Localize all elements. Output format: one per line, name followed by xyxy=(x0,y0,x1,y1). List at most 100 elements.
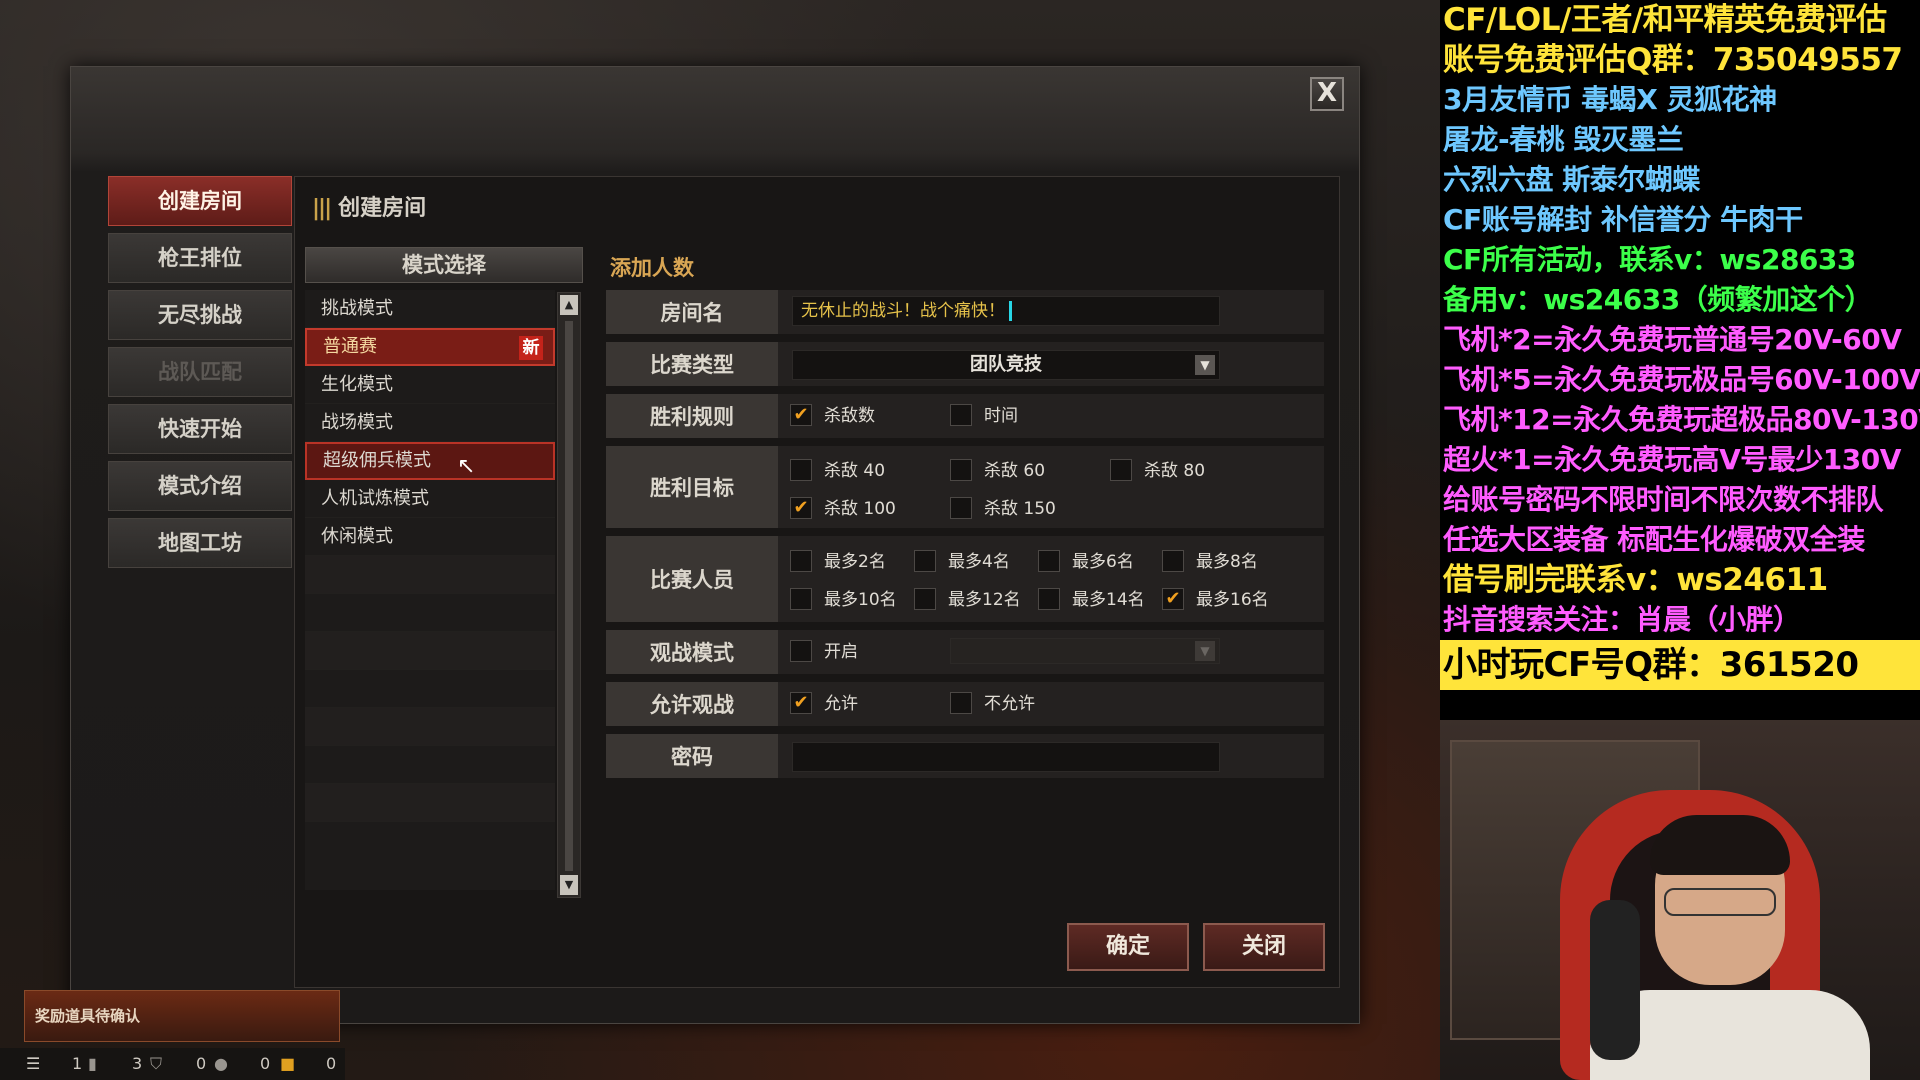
overlay-text-line: 备用v：ws24633（频繁加这个） xyxy=(1440,280,1920,320)
mode-item-zombie[interactable]: 生化模式 xyxy=(305,366,555,404)
nav-ranked[interactable]: 枪王排位 xyxy=(108,233,292,283)
checkbox[interactable] xyxy=(950,692,972,714)
win-target-option[interactable]: 杀敌 150 xyxy=(950,497,1056,521)
mode-item-casual[interactable]: 休闲模式 xyxy=(305,518,555,556)
close-button[interactable]: 关闭 xyxy=(1203,923,1325,971)
win-target-option[interactable]: ✔ 杀敌 100 xyxy=(790,497,896,521)
checkbox-kills[interactable]: ✔ xyxy=(790,404,812,426)
checkbox[interactable] xyxy=(1038,550,1060,572)
checkbox[interactable] xyxy=(790,640,812,662)
room-name-value: 无休止的战斗！战个痛快！ xyxy=(801,301,1005,321)
password-input[interactable] xyxy=(792,742,1220,772)
mode-item-label: 超级佣兵模式 xyxy=(323,450,431,471)
win-target-option[interactable]: 杀敌 40 xyxy=(790,459,885,483)
mode-item-super-mercenary[interactable]: 超级佣兵模式 ↖ xyxy=(305,442,555,480)
row-win-rule: 胜利规则 ✔ 杀敌数 时间 xyxy=(606,394,1324,438)
reward-pending-bar[interactable]: 奖励道具待确认 xyxy=(24,990,340,1042)
row-players: 比赛人员 最多2名 最多4名 最多6名 最多8名 最多10名 最多12名 最多1… xyxy=(606,536,1324,622)
checkbox-time[interactable] xyxy=(950,404,972,426)
option-label: 最多2名 xyxy=(824,552,886,572)
row-win-target: 胜利目标 杀敌 40 杀敌 60 杀敌 80 ✔ 杀敌 100 杀敌 150 xyxy=(606,446,1324,528)
checkbox[interactable] xyxy=(1038,588,1060,610)
mode-item-battlefield[interactable]: 战场模式 xyxy=(305,404,555,442)
overlay-text-line: 屠龙-春桃 毁灭墨兰 xyxy=(1440,120,1920,160)
overlay-text-line: 3月友情币 毒蝎X 灵狐花神 xyxy=(1440,80,1920,120)
match-type-select[interactable]: 团队竞技 ▼ xyxy=(792,350,1220,380)
players-option[interactable]: 最多2名 xyxy=(790,550,886,574)
nav-map-workshop[interactable]: 地图工坊 xyxy=(108,518,292,568)
overlay-text-line: 借号刷完联系v：ws24611 xyxy=(1440,560,1920,600)
option-label: 最多4名 xyxy=(948,552,1010,572)
checkbox[interactable] xyxy=(790,459,812,481)
left-nav: 创建房间 枪王排位 无尽挑战 战队匹配 快速开始 模式介绍 地图工坊 xyxy=(108,176,292,575)
row-password: 密码 xyxy=(606,734,1324,778)
overlay-text-line: 六烈六盘 斯泰尔蝴蝶 xyxy=(1440,160,1920,200)
arrow-down-icon[interactable]: ▼ xyxy=(560,875,578,895)
win-target-option[interactable]: 杀敌 60 xyxy=(950,459,1045,483)
spectate-enable-option[interactable]: 开启 xyxy=(790,640,858,664)
panel-title: ||| 创建房间 xyxy=(312,190,426,222)
players-option[interactable]: 最多10名 xyxy=(790,588,897,612)
checkbox[interactable] xyxy=(914,588,936,610)
checkbox[interactable] xyxy=(790,550,812,572)
players-option[interactable]: 最多12名 xyxy=(914,588,1021,612)
status-value: 0 xyxy=(196,1054,207,1073)
option-label: 开启 xyxy=(824,642,858,662)
nav-endless[interactable]: 无尽挑战 xyxy=(108,290,292,340)
check-icon[interactable]: ✔ xyxy=(1162,588,1184,610)
room-name-input[interactable]: 无休止的战斗！战个痛快！ xyxy=(792,296,1220,326)
win-rule-kills-option[interactable]: ✔ 杀敌数 xyxy=(790,404,875,428)
nav-mode-intro[interactable]: 模式介绍 xyxy=(108,461,292,511)
option-label: 最多12名 xyxy=(948,590,1021,610)
checkbox[interactable] xyxy=(790,588,812,610)
players-option[interactable]: 最多8名 xyxy=(1162,550,1258,574)
mode-item-empty xyxy=(305,556,555,594)
nav-create-room[interactable]: 创建房间 xyxy=(108,176,292,226)
players-option[interactable]: 最多14名 xyxy=(1038,588,1145,612)
win-target-option[interactable]: 杀敌 80 xyxy=(1110,459,1205,483)
check-icon[interactable]: ✔ xyxy=(790,497,812,519)
option-label: 杀敌 150 xyxy=(984,499,1056,519)
mode-item-challenge[interactable]: 挑战模式 xyxy=(305,290,555,328)
title-bars-icon: ||| xyxy=(312,196,332,221)
allow-spectate-label: 允许观战 xyxy=(606,682,778,726)
players-option[interactable]: ✔ 最多16名 xyxy=(1162,588,1269,612)
mode-item-empty xyxy=(305,670,555,708)
checkbox[interactable] xyxy=(1110,459,1132,481)
gift-icon: ■ xyxy=(280,1054,296,1073)
chevron-down-icon[interactable]: ▼ xyxy=(1195,355,1215,375)
status-value: 0 xyxy=(260,1054,271,1073)
mode-item-label: 普通赛 xyxy=(323,336,377,357)
person-hair xyxy=(1650,815,1790,875)
option-label: 杀敌 60 xyxy=(984,461,1046,481)
mode-item-ai-trial[interactable]: 人机试炼模式 xyxy=(305,480,555,518)
checkbox[interactable] xyxy=(950,459,972,481)
scroll-track[interactable] xyxy=(565,321,573,871)
menu-icon[interactable]: ☰ xyxy=(26,1048,40,1080)
win-rule-time-option[interactable]: 时间 xyxy=(950,404,1018,428)
confirm-button[interactable]: 确定 xyxy=(1067,923,1189,971)
overlay-text-line: 小时玩CF号Q群：361520 xyxy=(1440,640,1920,690)
mode-item-empty xyxy=(305,632,555,670)
allow-option[interactable]: ✔ 允许 xyxy=(790,692,858,716)
mode-list: 挑战模式 普通赛 新 生化模式 战场模式 超级佣兵模式 ↖ 人机试炼模式 休闲模式 xyxy=(305,290,555,890)
mode-item-normal[interactable]: 普通赛 新 xyxy=(305,328,555,366)
check-icon[interactable]: ✔ xyxy=(790,692,812,714)
option-label: 不允许 xyxy=(984,694,1035,714)
close-icon[interactable]: X xyxy=(1310,77,1344,111)
match-type-label: 比赛类型 xyxy=(606,342,778,386)
overlay-text-line: CF/LOL/王者/和平精英免费评估 xyxy=(1440,0,1920,40)
mode-list-scrollbar[interactable]: ▲ ▼ xyxy=(557,292,581,898)
arrow-up-icon[interactable]: ▲ xyxy=(560,295,578,315)
checkbox[interactable] xyxy=(1162,550,1184,572)
nav-quick-start[interactable]: 快速开始 xyxy=(108,404,292,454)
glasses xyxy=(1664,888,1776,916)
shield-icon: ⛉ xyxy=(150,1054,163,1073)
checkbox[interactable] xyxy=(950,497,972,519)
players-option[interactable]: 最多6名 xyxy=(1038,550,1134,574)
players-option[interactable]: 最多4名 xyxy=(914,550,1010,574)
disallow-option[interactable]: 不允许 xyxy=(950,692,1035,716)
checkbox[interactable] xyxy=(914,550,936,572)
nav-team-match: 战队匹配 xyxy=(108,347,292,397)
players-label: 比赛人员 xyxy=(606,536,778,622)
